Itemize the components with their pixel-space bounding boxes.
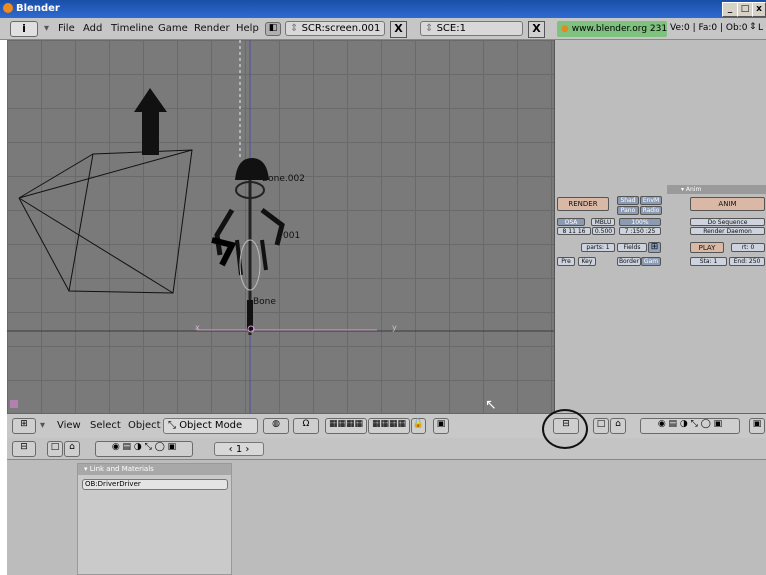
title-bar: Blender _ □ x — [0, 0, 766, 18]
object-name-field[interactable]: OB:DriverDriver — [82, 479, 228, 490]
link-and-materials-panel: ▾ Link and Materials OB:DriverDriver — [77, 463, 232, 575]
render-buttons-panel: ▾ Anim RENDER Shad EnvM Pano Radio OSA M… — [554, 40, 766, 413]
mouse-cursor-icon: ↖ — [485, 397, 497, 413]
render-button[interactable]: RENDER — [557, 197, 609, 211]
window-type-3dview-icon[interactable]: ⊞ — [12, 418, 36, 434]
play-button[interactable]: PLAY — [690, 242, 724, 253]
menu-object[interactable]: Object — [128, 420, 161, 431]
layer-buttons-a[interactable]: ▦▦▦▦ — [325, 418, 367, 434]
parts-field[interactable]: parts: 1 — [581, 243, 615, 252]
panel-header[interactable]: ▾ Link and Materials — [78, 464, 231, 475]
fields-toggle[interactable]: Fields — [617, 243, 647, 252]
osa-level-selector[interactable]: 8 11 16 — [557, 227, 591, 235]
left-window-edge — [0, 40, 7, 535]
viewport-header: ⊞ ▾ View Select Object ⤡ Object Mode ◍ Ω… — [7, 413, 766, 438]
full-window-icon[interactable]: □ — [593, 418, 609, 434]
render-context-icon[interactable]: ▣ — [749, 418, 765, 434]
axis-y-label: y — [392, 323, 397, 332]
collapse-menu-icon[interactable]: ▾ — [44, 23, 49, 34]
minimize-button[interactable]: _ — [722, 2, 738, 17]
buttons-window-header: ⊟ □ ⌂ ◉ ▤ ◑ ⤡ ◯ ▣ ‹ 1 › — [7, 438, 766, 460]
menu-game[interactable]: Game — [158, 23, 188, 34]
window-title: Blender — [16, 3, 60, 14]
camera-up-arrow — [134, 88, 167, 155]
bone-001-label: 001 — [283, 231, 301, 241]
axis-x-label: x — [195, 323, 200, 332]
home-icon[interactable]: ⌂ — [64, 441, 80, 457]
close-window-button[interactable]: x — [752, 2, 766, 17]
menu-add[interactable]: Add — [83, 23, 102, 34]
osa-toggle[interactable]: OSA — [557, 218, 585, 226]
screen-name-field[interactable]: ⇕ SCR:screen.001 — [285, 21, 385, 36]
bone-002-label: Bone.002 — [262, 174, 305, 184]
3d-viewport[interactable]: Bone.002 001 Bone x y ↖ — [7, 40, 554, 413]
fields-options-icon[interactable]: ⊞ — [648, 242, 661, 253]
screen-browse-icon[interactable]: ◧ — [265, 22, 281, 36]
bone-label: Bone — [253, 297, 276, 307]
blender-org-link[interactable]: ● www.blender.org 231 — [557, 21, 667, 37]
top-menu-bar: i ▾ File Add Timeline Game Render Help ◧… — [0, 18, 766, 40]
rt-field[interactable]: rt: 0 — [731, 243, 765, 252]
pre-button[interactable]: Pre — [557, 257, 575, 266]
layer-stepper-icon[interactable]: ⇕ — [749, 22, 757, 32]
context-tabs[interactable]: ◉ ▤ ◑ ⤡ ◯ ▣ — [95, 441, 193, 457]
key-button[interactable]: Key — [578, 257, 596, 266]
frame-number-field[interactable]: ‹ 1 › — [214, 442, 264, 456]
envmap-toggle[interactable]: EnvM — [640, 196, 662, 205]
pivot-point-icon[interactable]: Ω — [293, 418, 319, 434]
start-frame-field[interactable]: Sta: 1 — [690, 257, 727, 266]
axis-gizmo — [10, 400, 18, 408]
menu-view[interactable]: View — [57, 420, 81, 431]
gamma-toggle[interactable]: Gam — [641, 257, 661, 266]
render-size-button[interactable]: 100% — [619, 218, 661, 226]
draw-type-icon[interactable]: ◍ — [263, 418, 289, 434]
delete-scene-button[interactable]: X — [528, 21, 545, 38]
window-type-info-icon[interactable]: i — [10, 21, 38, 37]
render-preview-icon[interactable]: ▣ — [433, 418, 449, 434]
context-tabs[interactable]: ◉ ▤ ◑ ⤡ ◯ ▣ — [640, 418, 740, 434]
layer-buttons-b[interactable]: ▦▦▦▦ — [368, 418, 410, 434]
ratio-field[interactable]: 7 :150 :25 — [619, 227, 661, 235]
home-icon[interactable]: ⌂ — [610, 418, 626, 434]
anim-panel-header[interactable]: ▾ Anim — [667, 185, 766, 194]
armature-object — [211, 158, 285, 335]
scene-stats: Ve:0 | Fa:0 | Ob:0 — [670, 23, 748, 33]
window-type-buttons-icon[interactable]: ⊟ — [12, 441, 36, 457]
render-daemon-toggle[interactable]: Render Daemon — [690, 227, 765, 235]
border-toggle[interactable]: Border — [617, 257, 641, 266]
scene-name-field[interactable]: ⇕ SCE:1 — [420, 21, 523, 36]
menu-select[interactable]: Select — [90, 420, 121, 431]
full-window-icon[interactable]: □ — [47, 441, 63, 457]
collapse-menu-icon[interactable]: ▾ — [40, 420, 45, 431]
viewport-scene — [7, 40, 554, 413]
highlight-circle — [542, 409, 588, 449]
radiosity-toggle[interactable]: Radio — [640, 206, 662, 215]
anim-button[interactable]: ANIM — [690, 197, 765, 211]
menu-help[interactable]: Help — [236, 23, 259, 34]
blur-factor-field[interactable]: 0.500 — [592, 227, 615, 235]
delete-screen-button[interactable]: X — [390, 21, 407, 38]
motion-blur-toggle[interactable]: MBLU — [591, 218, 615, 226]
object-mode-icon: ⤡ — [168, 420, 180, 431]
shadow-toggle[interactable]: Shad — [617, 196, 639, 205]
camera-object — [18, 149, 193, 294]
stats-tail: L — [758, 23, 764, 33]
maximize-button[interactable]: □ — [737, 2, 753, 17]
lock-layers-icon[interactable]: 🔒 — [411, 418, 426, 434]
menu-render[interactable]: Render — [194, 23, 230, 34]
do-sequence-toggle[interactable]: Do Sequence — [690, 218, 765, 226]
end-frame-field[interactable]: End: 250 — [729, 257, 765, 266]
blender-logo-icon — [3, 3, 13, 13]
mode-select[interactable]: ⤡ Object Mode — [163, 418, 258, 434]
menu-timeline[interactable]: Timeline — [111, 23, 154, 34]
panorama-toggle[interactable]: Pano — [617, 206, 639, 215]
menu-file[interactable]: File — [58, 23, 75, 34]
blender-small-logo-icon: ● — [561, 24, 569, 34]
